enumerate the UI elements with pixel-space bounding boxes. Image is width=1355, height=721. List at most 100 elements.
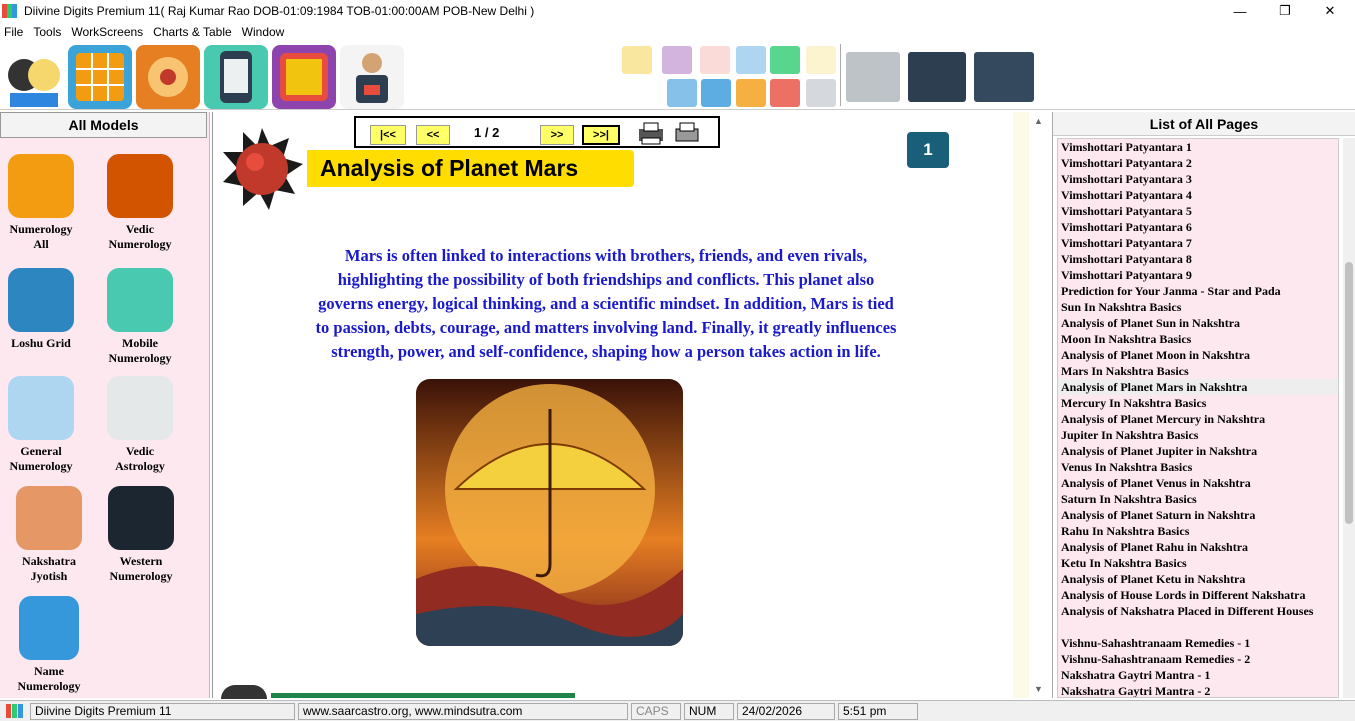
page-list-item[interactable]: Analysis of Planet Moon in Nakshtra [1058, 347, 1338, 363]
content-scrollbar-track[interactable] [1013, 112, 1029, 698]
bulb-icon[interactable] [806, 46, 836, 74]
page-list-item[interactable]: Vimshottari Patyantara 7 [1058, 235, 1338, 251]
printer-icon[interactable] [846, 52, 900, 102]
numerology-all-icon [8, 154, 74, 218]
page-list-item[interactable]: Analysis of Nakshatra Placed in Differen… [1058, 603, 1338, 619]
mars-umbrella-image [416, 379, 683, 646]
model-name-numerology[interactable]: Name Numerology [4, 596, 94, 694]
minimize-button[interactable]: — [1217, 0, 1263, 22]
fax-icon[interactable] [974, 52, 1034, 102]
page-list-item[interactable]: Vimshottari Patyantara 1 [1058, 139, 1338, 155]
page-list-item[interactable]: Nakshatra Gaytri Mantra - 1 [1058, 667, 1338, 683]
page-list-item[interactable]: Mars In Nakshtra Basics [1058, 363, 1338, 379]
page-list-item[interactable]: Ketu In Nakshtra Basics [1058, 555, 1338, 571]
page-list-item[interactable]: Analysis of Planet Ketu in Nakshtra [1058, 571, 1338, 587]
western-numerology-icon [108, 486, 174, 550]
tools-icon[interactable] [806, 79, 836, 107]
chart-icon[interactable] [701, 79, 731, 107]
model-western-numerology[interactable]: Western Numerology [96, 486, 186, 584]
people-icon[interactable] [770, 79, 800, 107]
page-list-item[interactable]: Vimshottari Patyantara 9 [1058, 267, 1338, 283]
first-page-button[interactable]: |<< [370, 125, 406, 145]
seven-icon[interactable] [770, 46, 800, 74]
model-loshu-grid[interactable]: Loshu Grid [0, 268, 86, 351]
last-page-button[interactable]: >>| [582, 125, 620, 145]
page-list-item[interactable]: Analysis of Planet Mars in Nakshtra [1058, 379, 1338, 395]
page-list-item[interactable]: Vimshottari Patyantara 5 [1058, 203, 1338, 219]
astrologer-icon[interactable] [340, 45, 404, 109]
page-list-item[interactable]: Vimshottari Patyantara 3 [1058, 171, 1338, 187]
target-icon[interactable] [700, 46, 730, 74]
page-list-item[interactable]: Analysis of Planet Sun in Nakshtra [1058, 315, 1338, 331]
content-area: |<< << 1 / 2 >> >>| 1 Analysis of Planet… [212, 112, 1050, 699]
status-bar: Diivine Digits Premium 11 www.saarcastro… [0, 700, 1355, 721]
page-list-item[interactable]: Analysis of House Lords in Different Nak… [1058, 587, 1338, 603]
page-list-item[interactable]: Venus In Nakshtra Basics [1058, 459, 1338, 475]
mobile-icon[interactable] [204, 45, 268, 109]
loshu-grid-icon[interactable] [68, 45, 132, 109]
model-mobile-numerology[interactable]: Mobile Numerology [95, 268, 185, 366]
model-label: Numerology [108, 351, 172, 365]
models-panel: All Models Numerology All Vedic Numerology… [0, 112, 210, 698]
page-list-item[interactable]: Rahu In Nakshtra Basics [1058, 523, 1338, 539]
analysis-line: governs energy, logical thinking, and a … [318, 294, 894, 313]
menu-workscreens[interactable]: WorkScreens [67, 25, 147, 39]
dots-icon[interactable] [736, 46, 766, 74]
model-label: Vedic [125, 222, 155, 236]
analysis-text: Mars is often linked to interactions wit… [243, 244, 969, 364]
numbers-icon[interactable] [667, 79, 697, 107]
page-list-item[interactable]: Analysis of Planet Rahu in Nakshtra [1058, 539, 1338, 555]
page-list-item[interactable]: Analysis of Planet Saturn in Nakshtra [1058, 507, 1338, 523]
pages-scrollbar-track[interactable] [1343, 138, 1355, 698]
print-preview-icon[interactable] [636, 121, 666, 145]
scroll-down-arrow-icon[interactable]: ▼ [1034, 684, 1043, 694]
page-list-item[interactable]: Vishnu-Sahashtranaam Remedies - 1 [1058, 635, 1338, 651]
model-numerology-all[interactable]: Numerology All [0, 154, 86, 252]
ink-printer-icon[interactable] [908, 52, 966, 102]
restore-button[interactable]: ❐ [1262, 0, 1308, 22]
model-vedic-astrology[interactable]: Vedic Astrology [95, 376, 185, 474]
model-general-numerology[interactable]: General Numerology [0, 376, 86, 474]
page-list-item[interactable]: Vimshottari Patyantara 6 [1058, 219, 1338, 235]
page-list-item[interactable]: Jupiter In Nakshtra Basics [1058, 427, 1338, 443]
palette-icon[interactable] [736, 79, 766, 107]
model-label: Loshu Grid [11, 336, 71, 350]
page-list-item[interactable]: Analysis of Planet Mercury in Nakshtra [1058, 411, 1338, 427]
model-label: Mobile [122, 336, 158, 350]
app-logo-icon [6, 703, 24, 719]
menu-tools[interactable]: Tools [29, 25, 65, 39]
next-page-button[interactable]: >> [540, 125, 574, 145]
pages-panel: List of All Pages Vimshottari Patyantara… [1052, 112, 1355, 698]
page-list-item[interactable]: Vimshottari Patyantara 8 [1058, 251, 1338, 267]
model-vedic-numerology[interactable]: Vedic Numerology [95, 154, 185, 252]
page-list-item[interactable]: Analysis of Planet Venus in Nakshtra [1058, 475, 1338, 491]
menu-window[interactable]: Window [238, 25, 289, 39]
menu-file[interactable]: File [0, 25, 27, 39]
menu-charts-table[interactable]: Charts & Table [149, 25, 236, 39]
lotus-icon[interactable] [136, 45, 200, 109]
page-list-item[interactable]: Analysis of Planet Jupiter in Nakshtra [1058, 443, 1338, 459]
page-list-item[interactable]: Nakshatra Gaytri Mantra - 2 [1058, 683, 1338, 697]
print-icon[interactable] [672, 121, 702, 145]
mars-planet-icon [217, 126, 307, 212]
model-label: Nakshatra [21, 554, 76, 568]
calendar-icon[interactable] [622, 46, 652, 74]
prev-page-button[interactable]: << [416, 125, 450, 145]
page-list-item[interactable]: Mercury In Nakshtra Basics [1058, 395, 1338, 411]
close-button[interactable]: ✕ [1307, 0, 1353, 22]
model-nakshatra-jyotish[interactable]: Nakshatra Jyotish [4, 486, 94, 584]
page-list-item[interactable]: Vimshottari Patyantara 2 [1058, 155, 1338, 171]
scroll-up-arrow-icon[interactable]: ▲ [1034, 116, 1043, 126]
user-faces-icon[interactable] [2, 45, 66, 109]
page-list-item[interactable]: Sun In Nakshtra Basics [1058, 299, 1338, 315]
page-list-item[interactable]: Moon In Nakshtra Basics [1058, 331, 1338, 347]
page-list-item[interactable]: Vimshottari Patyantara 4 [1058, 187, 1338, 203]
page-list-item[interactable]: Saturn In Nakshtra Basics [1058, 491, 1338, 507]
font-icon[interactable] [662, 46, 692, 74]
vedic-grid-icon[interactable] [272, 45, 336, 109]
page-list-item[interactable]: Vishnu-Sahashtranaam Remedies - 2 [1058, 651, 1338, 667]
model-label: Numerology [9, 459, 73, 473]
pages-scrollbar-thumb[interactable] [1345, 262, 1353, 524]
pages-panel-title: List of All Pages [1053, 112, 1355, 136]
page-list-item[interactable]: Prediction for Your Janma - Star and Pad… [1058, 283, 1338, 299]
